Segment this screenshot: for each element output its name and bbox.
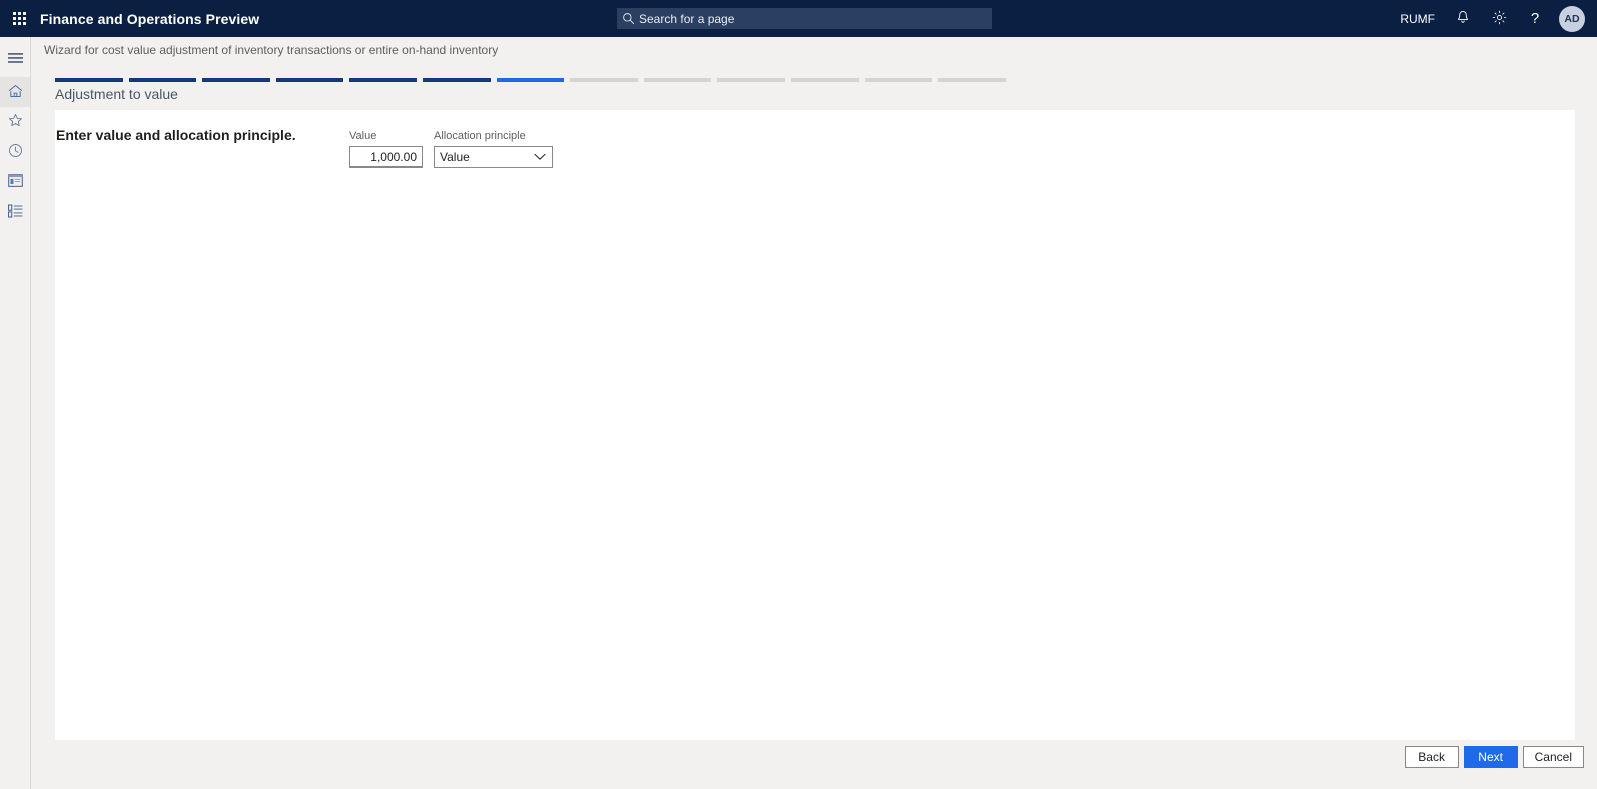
wizard-step-10 (717, 78, 786, 82)
settings-button[interactable] (1481, 0, 1517, 37)
wizard-step-9 (643, 78, 712, 82)
page-title: Wizard for cost value adjustment of inve… (44, 43, 499, 57)
search-box[interactable]: Search for a page (617, 8, 992, 29)
back-button[interactable]: Back (1404, 746, 1459, 768)
allocation-principle-select[interactable]: Value (434, 146, 553, 168)
sidebar-item-home[interactable] (0, 77, 30, 107)
wizard-step-11 (791, 78, 859, 82)
clock-icon (8, 143, 23, 161)
workspace-window-icon (7, 174, 23, 190)
home-icon (8, 84, 23, 101)
allocation-principle-field-group: Allocation principle Value (434, 130, 553, 168)
app-launcher-button[interactable] (0, 0, 38, 37)
wizard-step-13 (938, 78, 1006, 82)
sidebar-item-recent[interactable] (0, 137, 30, 167)
wizard-footer-buttons: Back Next Cancel (1404, 746, 1584, 768)
help-button[interactable]: ? (1517, 0, 1553, 37)
wizard-step-7 (496, 78, 565, 82)
top-navigation-bar: Finance and Operations Preview Search fo… (0, 0, 1597, 37)
wizard-step-title: Adjustment to value (55, 86, 178, 102)
cancel-button[interactable]: Cancel (1522, 746, 1584, 768)
value-input[interactable] (349, 146, 423, 168)
wizard-step-4 (275, 78, 344, 82)
search-placeholder: Search for a page (639, 11, 735, 26)
wizard-content-panel: Enter value and allocation principle. Va… (55, 110, 1575, 740)
wizard-step-12 (864, 78, 933, 82)
list-modules-icon (7, 203, 23, 221)
bell-icon (1456, 10, 1470, 28)
app-title: Finance and Operations Preview (40, 10, 260, 27)
sidebar-item-workspaces[interactable] (0, 167, 30, 197)
wizard-step-6 (423, 78, 491, 82)
top-navigation-right-group: RUMF ? AD (1390, 0, 1587, 37)
question-mark-icon: ? (1530, 10, 1540, 27)
value-field-group: Value (349, 130, 423, 168)
chevron-down-icon (534, 147, 546, 167)
avatar[interactable]: AD (1559, 5, 1585, 32)
notifications-button[interactable] (1445, 0, 1481, 37)
hamburger-icon (7, 52, 23, 67)
company-selector[interactable]: RUMF (1390, 12, 1445, 26)
wizard-step-8 (570, 78, 638, 82)
wizard-progress-indicator (55, 78, 1006, 82)
sidebar-item-modules[interactable] (0, 197, 30, 227)
gear-icon (1492, 10, 1507, 28)
form-fields: Value Allocation principle Value (349, 130, 553, 168)
form-prompt: Enter value and allocation principle. (56, 127, 296, 143)
sidebar-item-favorites[interactable] (0, 107, 30, 137)
allocation-principle-value: Value (440, 150, 470, 164)
next-button[interactable]: Next (1463, 746, 1518, 768)
app-launcher-icon (12, 12, 26, 25)
value-field-label: Value (349, 130, 377, 142)
left-navigation-rail (0, 37, 31, 789)
wizard-step-2 (128, 78, 197, 82)
wizard-step-3 (202, 78, 270, 82)
wizard-step-1 (55, 78, 123, 82)
allocation-principle-label: Allocation principle (434, 130, 526, 142)
search-icon (617, 12, 639, 25)
wizard-step-5 (349, 78, 418, 82)
sidebar-item-hamburger-menu[interactable] (0, 44, 30, 74)
star-icon (8, 113, 23, 131)
